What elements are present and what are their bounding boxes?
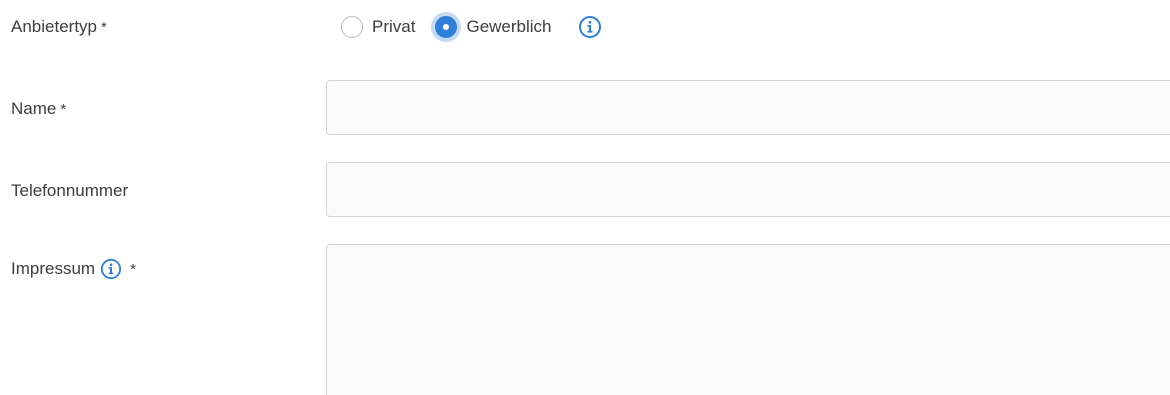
anbietertyp-radio-group: Privat Gewerblich — [341, 12, 602, 42]
impressum-label: Impressum * — [11, 258, 136, 280]
telefonnummer-label: Telefonnummer — [11, 181, 128, 201]
telefonnummer-input[interactable] — [326, 162, 1170, 217]
name-input[interactable] — [326, 80, 1170, 135]
info-circle-icon[interactable] — [100, 258, 122, 280]
radio-option-privat[interactable]: Privat — [341, 16, 415, 38]
radio-option-gewerblich[interactable]: Gewerblich — [435, 16, 552, 38]
provider-form: Anbietertyp * Privat Gewerblich Name * T… — [0, 0, 1170, 395]
anbietertyp-label: Anbietertyp * — [11, 17, 107, 37]
radio-gewerblich[interactable] — [435, 16, 458, 38]
impressum-label-text: Impressum — [11, 259, 96, 278]
required-asterisk: * — [130, 260, 136, 278]
radio-privat-label: Privat — [372, 17, 416, 36]
radio-gewerblich-label: Gewerblich — [466, 17, 552, 36]
info-circle-icon[interactable] — [578, 15, 602, 39]
name-label: Name * — [11, 99, 66, 119]
impressum-textarea[interactable] — [326, 244, 1170, 395]
required-asterisk: * — [60, 100, 67, 118]
anbietertyp-label-text: Anbietertyp — [11, 17, 97, 36]
radio-privat[interactable] — [341, 16, 363, 38]
telefonnummer-label-text: Telefonnummer — [11, 181, 129, 200]
name-label-text: Name — [11, 99, 57, 118]
required-asterisk: * — [101, 18, 107, 36]
